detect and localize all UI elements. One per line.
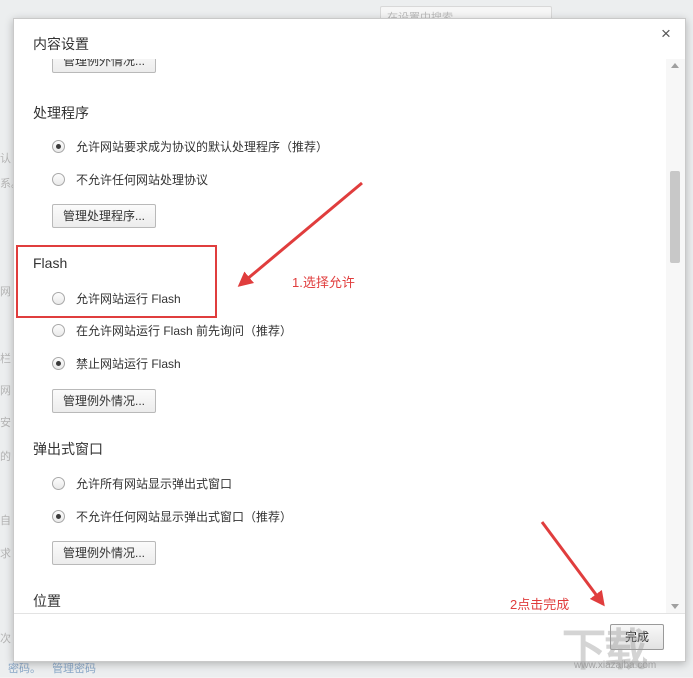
site-watermark-url: www.xiazaiba.com (574, 660, 657, 671)
background-text: 密码。 (8, 663, 41, 675)
radio-allow-popups[interactable]: 允许所有网站显示弹出式窗口 (52, 474, 232, 492)
dialog-title: 内容设置 (33, 36, 89, 52)
location-section-title: 位置 (33, 593, 61, 609)
manage-popups-exceptions-button[interactable]: 管理例外情况... (52, 541, 157, 565)
radio-label: 允许所有网站显示弹出式窗口 (76, 476, 233, 491)
annotation-step1: 1.选择允许 (292, 275, 355, 290)
background-text-fragment: 求 (0, 548, 11, 560)
background-text-fragment: 网 (0, 385, 11, 397)
background-text-fragment: 网 (0, 286, 11, 298)
radio-unchecked-icon[interactable] (52, 476, 65, 490)
annotation-step2: 2点击完成 (510, 597, 570, 612)
radio-label: 不允许任何网站显示弹出式窗口（推荐） (76, 509, 293, 524)
radio-allow-protocol-handlers[interactable]: 允许网站要求成为协议的默认处理程序（推荐） (52, 137, 328, 155)
scrollbar-thumb[interactable] (670, 171, 680, 263)
background-text-fragment: 自 (0, 515, 11, 527)
settings-scroll-area[interactable]: 管理例外情况... 处理程序 允许网站要求成为协议的默认处理程序（推荐） 不允许… (14, 59, 666, 613)
manage-flash-exceptions-button[interactable]: 管理例外情况... (52, 389, 157, 413)
radio-ask-flash[interactable]: 在允许网站运行 Flash 前先询问（推荐） (52, 321, 292, 339)
flash-highlight-box (16, 245, 217, 318)
background-text-fragment: 次 (0, 633, 11, 645)
radio-unchecked-icon[interactable] (52, 323, 65, 337)
radio-checked-icon[interactable] (52, 139, 65, 153)
background-text-fragment: 认 (0, 153, 11, 165)
manage-passwords-link[interactable]: 管理密码 (52, 663, 96, 675)
radio-label: 在允许网站运行 Flash 前先询问（推荐） (76, 323, 293, 338)
background-text-fragment: 安 (0, 417, 11, 429)
manage-handlers-button[interactable]: 管理处理程序... (52, 204, 157, 228)
radio-checked-icon[interactable] (52, 509, 65, 523)
manage-exceptions-button-top[interactable]: 管理例外情况... (52, 59, 157, 73)
radio-label: 允许网站要求成为协议的默认处理程序（推荐） (76, 139, 329, 154)
scroll-up-arrow-icon[interactable] (671, 63, 679, 68)
background-text-fragment: 栏 (0, 353, 11, 365)
radio-label: 不允许任何网站处理协议 (76, 172, 209, 187)
radio-checked-icon[interactable] (52, 356, 65, 370)
radio-label: 禁止网站运行 Flash (76, 356, 181, 371)
close-icon[interactable]: × (657, 25, 675, 43)
handlers-section-title: 处理程序 (33, 105, 89, 121)
content-settings-dialog: 内容设置 × 管理例外情况... 处理程序 允许网站要求成为协议的默认处理程序（… (13, 18, 686, 662)
popups-section-title: 弹出式窗口 (33, 441, 103, 457)
background-text-fragment: 的 (0, 451, 11, 463)
radio-unchecked-icon[interactable] (52, 172, 65, 186)
scroll-down-arrow-icon[interactable] (671, 604, 679, 609)
radio-block-protocol-handlers[interactable]: 不允许任何网站处理协议 (52, 170, 208, 188)
radio-block-flash[interactable]: 禁止网站运行 Flash (52, 354, 181, 372)
vertical-scrollbar[interactable] (666, 59, 685, 613)
background-bottom-links: 密码。 管理密码 (8, 660, 104, 676)
radio-block-popups[interactable]: 不允许任何网站显示弹出式窗口（推荐） (52, 507, 292, 525)
